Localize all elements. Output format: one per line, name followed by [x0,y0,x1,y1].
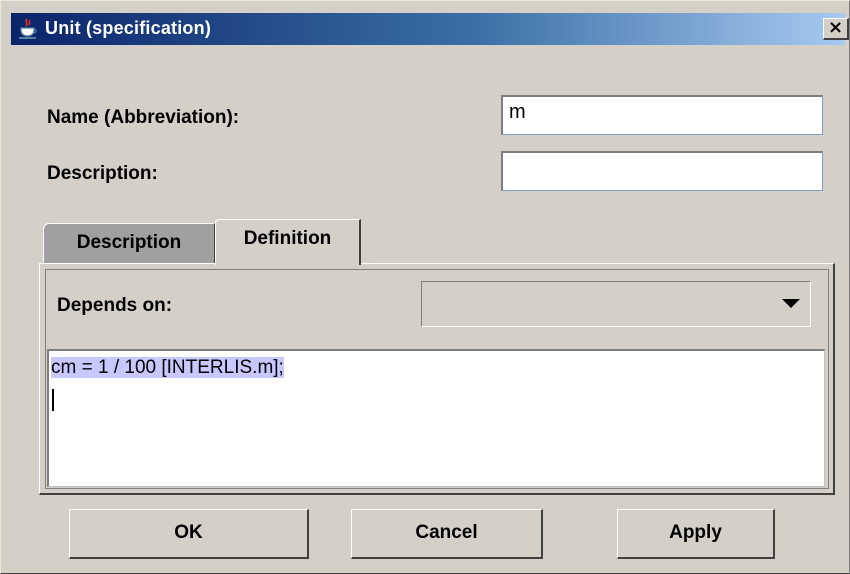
java-cup-icon [19,18,37,39]
text-caret [52,389,54,411]
description-label: Description: [47,163,158,184]
definition-text: cm = 1 / 100 [INTERLIS.m]; [51,357,284,378]
name-label: Name (Abbreviation): [47,107,240,128]
apply-button[interactable]: Apply [617,509,775,559]
tab-definition[interactable]: Definition [215,219,361,265]
depends-on-label: Depends on: [57,295,173,316]
title-bar[interactable]: Unit (specification) × [11,13,849,45]
unit-dialog: Unit (specification) × Name (Abbreviatio… [0,0,850,574]
window-title: Unit (specification) [45,18,212,38]
chevron-down-icon[interactable] [782,299,800,308]
close-button[interactable]: × [823,18,849,40]
description-input[interactable] [501,151,823,191]
definition-textarea[interactable]: cm = 1 / 100 [INTERLIS.m]; [47,349,825,487]
tab-description[interactable]: Description [43,223,215,263]
close-icon: × [827,17,844,38]
ok-button[interactable]: OK [69,509,309,559]
cancel-button[interactable]: Cancel [351,509,543,559]
name-input[interactable]: m [501,95,823,135]
depends-on-dropdown[interactable] [421,281,811,327]
